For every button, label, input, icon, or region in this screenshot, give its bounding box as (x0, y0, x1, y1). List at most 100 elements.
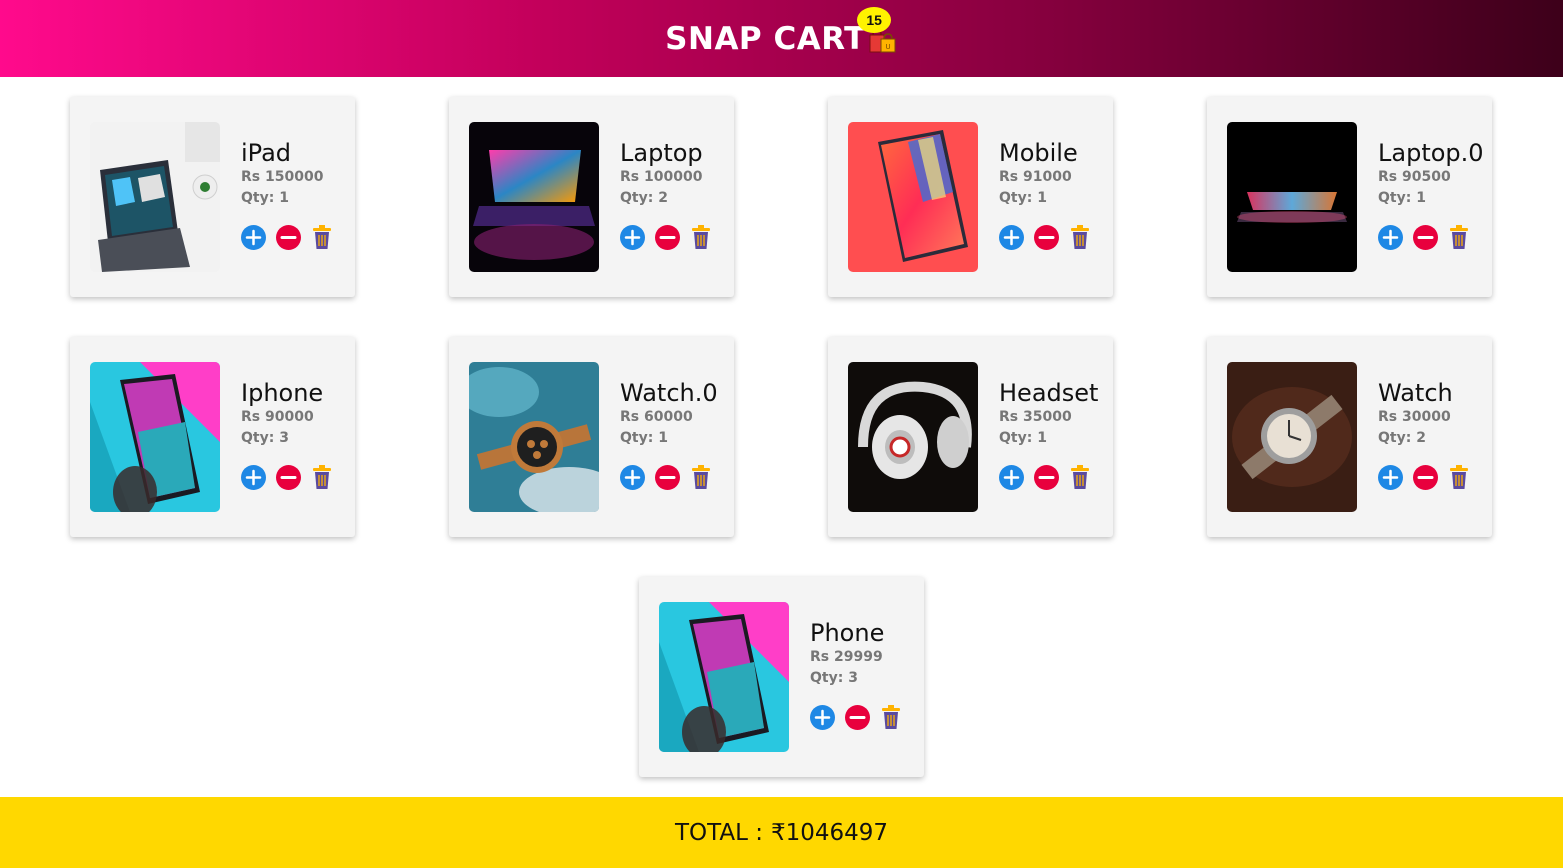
product-name: Headset (999, 379, 1099, 407)
product-name: Watch (1378, 379, 1453, 407)
increase-quantity-button[interactable] (241, 465, 266, 490)
product-image (90, 362, 220, 512)
cart-item-card: Watch Rs 30000 Qty: 2 (1207, 337, 1492, 537)
trash-icon[interactable] (1069, 225, 1091, 250)
product-image (848, 122, 978, 272)
trash-icon[interactable] (880, 705, 902, 730)
minus-icon (1038, 236, 1055, 239)
item-info: iPad Rs 150000 Qty: 1 (241, 139, 333, 250)
increase-quantity-button[interactable] (810, 705, 835, 730)
product-quantity: Qty: 2 (620, 190, 668, 206)
minus-icon (1417, 236, 1434, 239)
minus-icon (1417, 476, 1434, 479)
product-price: Rs 29999 (810, 649, 883, 665)
product-quantity: Qty: 1 (999, 430, 1047, 446)
product-price: Rs 60000 (620, 409, 693, 425)
product-image (1227, 362, 1357, 512)
cart-count-badge: 15 (857, 6, 892, 33)
decrease-quantity-button[interactable] (655, 465, 680, 490)
item-actions (810, 705, 902, 730)
plus-icon (245, 469, 262, 486)
product-quantity: Qty: 1 (999, 190, 1047, 206)
minus-icon (659, 236, 676, 239)
product-quantity: Qty: 2 (1378, 430, 1426, 446)
product-image (90, 122, 220, 272)
minus-icon (280, 476, 297, 479)
trash-icon[interactable] (1069, 465, 1091, 490)
product-name: Mobile (999, 139, 1078, 167)
trash-icon[interactable] (1448, 465, 1470, 490)
brand: SNAP CART U 15 (665, 6, 898, 57)
product-price: Rs 150000 (241, 169, 324, 185)
increase-quantity-button[interactable] (620, 225, 645, 250)
plus-icon (1382, 229, 1399, 246)
cart-item-card: Phone Rs 29999 Qty: 3 (639, 577, 924, 777)
product-quantity: Qty: 1 (620, 430, 668, 446)
item-actions (999, 465, 1098, 490)
product-price: Rs 90500 (1378, 169, 1451, 185)
cart-item-card: Laptop.0 Rs 90500 Qty: 1 (1207, 97, 1492, 297)
svg-text:U: U (885, 43, 890, 51)
trash-icon[interactable] (690, 465, 712, 490)
total-bar: TOTAL : ₹1046497 (0, 797, 1563, 868)
item-info: Laptop.0 Rs 90500 Qty: 1 (1378, 139, 1484, 250)
product-image (469, 122, 599, 272)
app-title: SNAP CART (665, 20, 866, 57)
plus-icon (1382, 469, 1399, 486)
trash-icon[interactable] (690, 225, 712, 250)
minus-icon (659, 476, 676, 479)
product-price: Rs 100000 (620, 169, 703, 185)
decrease-quantity-button[interactable] (1034, 465, 1059, 490)
product-name: Laptop (620, 139, 703, 167)
product-image (848, 362, 978, 512)
total-amount: ₹1046497 (770, 819, 889, 846)
plus-icon (624, 469, 641, 486)
item-info: Watch.0 Rs 60000 Qty: 1 (620, 379, 718, 490)
item-actions (999, 225, 1091, 250)
increase-quantity-button[interactable] (999, 225, 1024, 250)
total-label: TOTAL : (674, 819, 763, 846)
plus-icon (1003, 229, 1020, 246)
decrease-quantity-button[interactable] (276, 225, 301, 250)
decrease-quantity-button[interactable] (655, 225, 680, 250)
trash-icon[interactable] (311, 465, 333, 490)
product-image (659, 602, 789, 752)
increase-quantity-button[interactable] (1378, 465, 1403, 490)
product-price: Rs 35000 (999, 409, 1072, 425)
item-info: Mobile Rs 91000 Qty: 1 (999, 139, 1091, 250)
product-quantity: Qty: 1 (1378, 190, 1426, 206)
decrease-quantity-button[interactable] (1413, 465, 1438, 490)
increase-quantity-button[interactable] (999, 465, 1024, 490)
item-actions (620, 465, 718, 490)
trash-icon[interactable] (1448, 225, 1470, 250)
item-info: Phone Rs 29999 Qty: 3 (810, 619, 902, 730)
product-name: Watch.0 (620, 379, 718, 407)
product-name: Iphone (241, 379, 324, 407)
product-image (1227, 122, 1357, 272)
decrease-quantity-button[interactable] (276, 465, 301, 490)
increase-quantity-button[interactable] (241, 225, 266, 250)
product-image (469, 362, 599, 512)
decrease-quantity-button[interactable] (1413, 225, 1438, 250)
trash-icon[interactable] (311, 225, 333, 250)
increase-quantity-button[interactable] (620, 465, 645, 490)
minus-icon (1038, 476, 1055, 479)
minus-icon (280, 236, 297, 239)
decrease-quantity-button[interactable] (845, 705, 870, 730)
plus-icon (814, 709, 831, 726)
item-info: Watch Rs 30000 Qty: 2 (1378, 379, 1470, 490)
increase-quantity-button[interactable] (1378, 225, 1403, 250)
item-actions (1378, 465, 1470, 490)
decrease-quantity-button[interactable] (1034, 225, 1059, 250)
product-price: Rs 30000 (1378, 409, 1451, 425)
cart-item-card: Iphone Rs 90000 Qty: 3 (70, 337, 355, 537)
minus-icon (849, 716, 866, 719)
product-price: Rs 91000 (999, 169, 1072, 185)
product-quantity: Qty: 1 (241, 190, 289, 206)
product-name: iPad (241, 139, 292, 167)
product-quantity: Qty: 3 (810, 670, 858, 686)
item-info: Iphone Rs 90000 Qty: 3 (241, 379, 333, 490)
item-info: Laptop Rs 100000 Qty: 2 (620, 139, 712, 250)
product-name: Phone (810, 619, 885, 647)
item-actions (1378, 225, 1484, 250)
